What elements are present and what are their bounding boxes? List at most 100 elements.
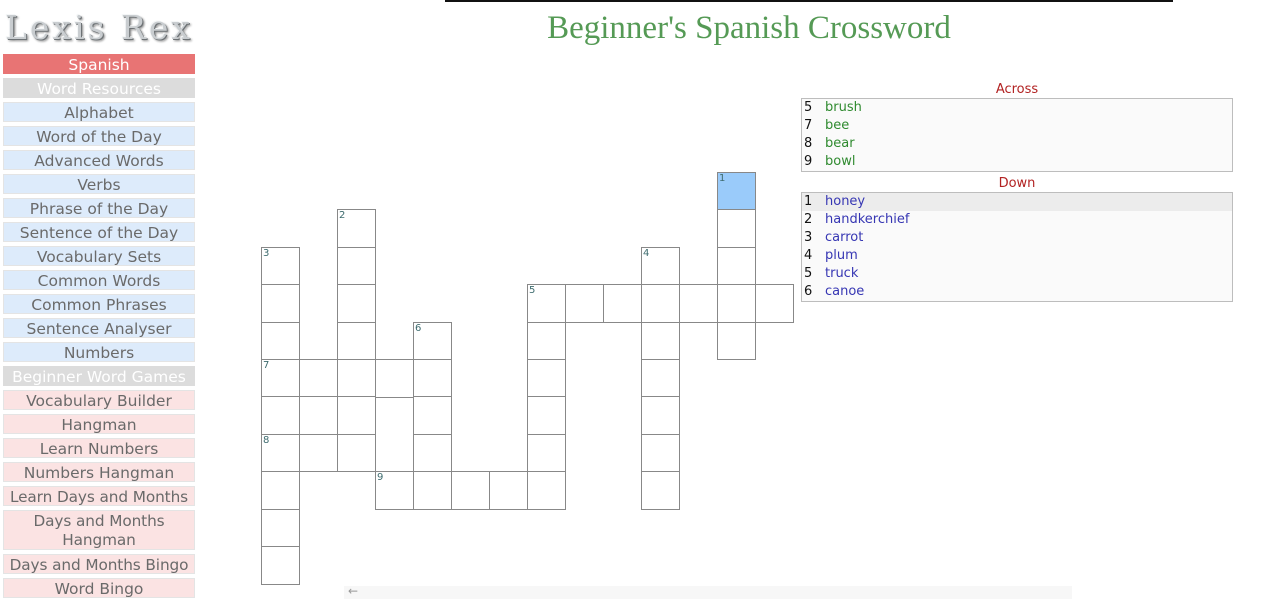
crossword-cell[interactable] <box>413 359 452 398</box>
clue-number: 2 <box>339 210 346 222</box>
nav-item-hangman[interactable]: Hangman <box>3 414 195 434</box>
nav-item-advanced-words[interactable]: Advanced Words <box>3 150 195 170</box>
down-clue[interactable]: 6 canoe <box>802 283 1232 301</box>
clue-word: bear <box>825 136 855 151</box>
nav-item-verbs[interactable]: Verbs <box>3 174 195 194</box>
nav-item-days-and-months-hangman[interactable]: Days and Months Hangman <box>3 510 195 550</box>
nav-item-numbers[interactable]: Numbers <box>3 342 195 362</box>
nav-item-learn-days-and-months[interactable]: Learn Days and Months <box>3 486 195 506</box>
page-title: Beginner's Spanish Crossword <box>547 10 951 46</box>
clue-number: 6 <box>415 322 422 334</box>
crossword-cell[interactable] <box>261 284 300 323</box>
crossword-cell[interactable] <box>299 433 338 473</box>
crossword-cell[interactable] <box>603 284 642 323</box>
nav-item-common-words[interactable]: Common Words <box>3 270 195 290</box>
clue-number: 8 <box>263 434 270 446</box>
crossword-cell[interactable] <box>451 471 490 510</box>
nav-item-word-of-the-day[interactable]: Word of the Day <box>3 126 195 146</box>
clue-word: truck <box>825 266 859 281</box>
nav-item-learn-numbers[interactable]: Learn Numbers <box>3 438 195 458</box>
crossword-cell[interactable] <box>641 359 680 398</box>
sidebar: Lexis Rex Spanish Word Resources Alphabet W… <box>3 0 195 602</box>
across-clue-list: 5 brush 7 bee 8 bear 9 bowl <box>801 98 1233 172</box>
logo[interactable]: Lexis Rex <box>3 0 195 54</box>
nav-item-common-phrases[interactable]: Common Phrases <box>3 294 195 314</box>
nav-item-vocabulary-sets[interactable]: Vocabulary Sets <box>3 246 195 266</box>
clue-number: 6 <box>804 284 813 299</box>
nav-item-sentence-analyser[interactable]: Sentence Analyser <box>3 318 195 338</box>
crossword-cell[interactable] <box>717 209 756 248</box>
crossword-cell[interactable] <box>337 284 376 323</box>
crossword-cell[interactable] <box>489 471 528 510</box>
crossword-cell[interactable]: 4 <box>641 246 680 286</box>
crossword-cell[interactable]: 2 <box>337 209 376 248</box>
crossword-cell[interactable] <box>261 396 300 435</box>
crossword-cell[interactable] <box>641 471 680 510</box>
crossword-cell[interactable]: 8 <box>261 433 300 473</box>
crossword-cell[interactable] <box>261 471 300 510</box>
crossword-cell[interactable] <box>413 396 452 435</box>
down-clue[interactable]: 4 plum <box>802 247 1232 265</box>
crossword-cell[interactable] <box>641 284 680 323</box>
clue-word: handkerchief <box>825 212 910 227</box>
down-clue[interactable]: 3 carrot <box>802 229 1232 247</box>
nav-item-sentence-of-the-day[interactable]: Sentence of the Day <box>3 222 195 242</box>
crossword-cell[interactable] <box>261 546 300 585</box>
crossword-cell[interactable] <box>337 359 376 398</box>
horizontal-scrollbar[interactable]: ← <box>344 584 1072 599</box>
crossword-cell[interactable] <box>527 321 566 361</box>
down-clue[interactable]: 5 truck <box>802 265 1232 283</box>
across-clue[interactable]: 7 bee <box>802 117 1232 135</box>
crossword-cell[interactable] <box>527 471 566 510</box>
clue-number: 5 <box>804 100 813 115</box>
crossword-cell[interactable]: 9 <box>375 471 414 510</box>
crossword-cell[interactable] <box>641 396 680 435</box>
crossword-cell[interactable] <box>261 321 300 361</box>
across-clue[interactable]: 8 bear <box>802 135 1232 153</box>
crossword-cell[interactable] <box>375 359 414 398</box>
crossword-cell[interactable] <box>717 246 756 286</box>
crossword-cell[interactable] <box>337 246 376 286</box>
nav-section-heading: Word Resources <box>3 78 195 98</box>
crossword-cell[interactable] <box>261 508 300 548</box>
nav-item-phrase-of-the-day[interactable]: Phrase of the Day <box>3 198 195 218</box>
nav-item-word-bingo[interactable]: Word Bingo <box>3 578 195 598</box>
nav-language-spanish[interactable]: Spanish <box>3 54 195 74</box>
down-clue[interactable]: 1 honey <box>802 193 1232 211</box>
crossword-cell[interactable]: 5 <box>527 284 566 323</box>
crossword-cell[interactable] <box>337 433 376 473</box>
crossword-cell[interactable] <box>755 284 794 323</box>
clue-word: brush <box>825 100 862 115</box>
crossword-cell[interactable]: 6 <box>413 321 452 361</box>
crossword-cell[interactable]: 1 <box>717 172 756 211</box>
down-clue[interactable]: 2 handkerchief <box>802 211 1232 229</box>
crossword-cell[interactable] <box>679 284 718 323</box>
nav-item-numbers-hangman[interactable]: Numbers Hangman <box>3 462 195 482</box>
clue-number: 8 <box>804 136 813 151</box>
crossword-cell[interactable] <box>527 359 566 398</box>
crossword-cell[interactable] <box>299 359 338 398</box>
nav-item-vocabulary-builder[interactable]: Vocabulary Builder <box>3 390 195 410</box>
crossword-cell[interactable] <box>413 471 452 510</box>
crossword-cell[interactable] <box>641 433 680 473</box>
nav-item-days-and-months-bingo[interactable]: Days and Months Bingo <box>3 554 195 574</box>
across-clue[interactable]: 9 bowl <box>802 153 1232 171</box>
crossword-cell[interactable] <box>565 284 604 323</box>
nav-item-alphabet[interactable]: Alphabet <box>3 102 195 122</box>
crossword-cell[interactable] <box>337 321 376 361</box>
header-divider <box>445 0 1173 2</box>
crossword-cell[interactable] <box>717 321 756 361</box>
crossword-cell[interactable] <box>337 396 376 435</box>
crossword-cell[interactable] <box>527 433 566 473</box>
crossword-cell[interactable] <box>527 396 566 435</box>
crossword-cell[interactable] <box>641 321 680 361</box>
crossword-cell[interactable] <box>717 284 756 323</box>
crossword-cell[interactable] <box>299 396 338 435</box>
crossword-cell[interactable] <box>413 433 452 473</box>
across-heading: Across <box>995 82 1039 97</box>
crossword-cell[interactable]: 7 <box>261 359 300 398</box>
clue-number: 1 <box>804 194 813 209</box>
across-clue[interactable]: 5 brush <box>802 99 1232 117</box>
arrow-left-icon[interactable]: ← <box>348 584 358 598</box>
crossword-cell[interactable]: 3 <box>261 246 300 286</box>
